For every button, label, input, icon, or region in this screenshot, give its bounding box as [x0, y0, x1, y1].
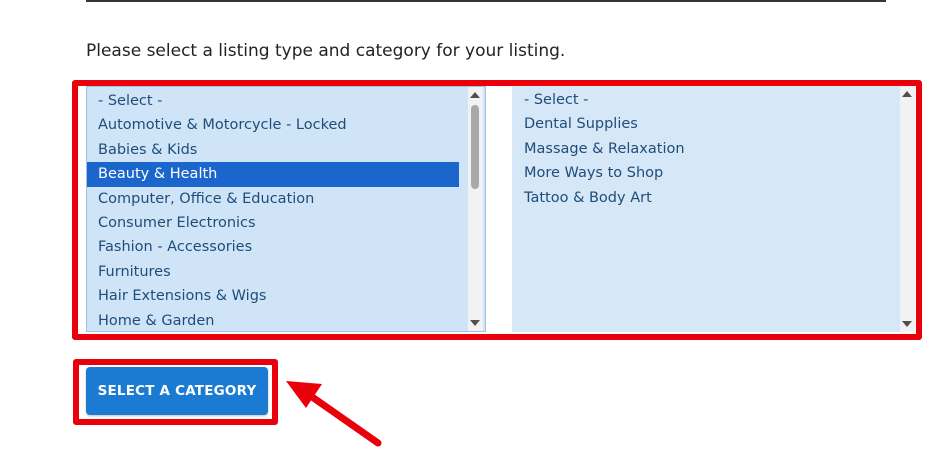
- select-category-button[interactable]: SELECT A CATEGORY: [86, 367, 268, 415]
- subcategory-option[interactable]: More Ways to Shop: [512, 161, 899, 185]
- category-option[interactable]: Home & Garden: [87, 309, 459, 331]
- arrow-down-icon[interactable]: [902, 321, 912, 327]
- arrow-up-icon[interactable]: [902, 91, 912, 97]
- category-option[interactable]: Babies & Kids: [87, 138, 459, 162]
- subcategory-option[interactable]: Massage & Relaxation: [512, 137, 899, 161]
- subcategory-option[interactable]: - Select -: [512, 88, 899, 112]
- subcategory-listbox[interactable]: - Select - Dental Supplies Massage & Rel…: [512, 86, 915, 332]
- category-option[interactable]: Hair Extensions & Wigs: [87, 284, 459, 308]
- subcategory-scrollbar[interactable]: [900, 86, 915, 332]
- category-option[interactable]: Fashion - Accessories: [87, 235, 459, 259]
- top-image-edge: [86, 0, 886, 2]
- category-option[interactable]: Computer, Office & Education: [87, 187, 459, 211]
- category-option[interactable]: - Select -: [87, 89, 459, 113]
- category-option[interactable]: Furnitures: [87, 260, 459, 284]
- category-option[interactable]: Consumer Electronics: [87, 211, 459, 235]
- instructions-text: Please select a listing type and categor…: [86, 41, 566, 61]
- category-option[interactable]: Automotive & Motorcycle - Locked: [87, 113, 459, 137]
- category-option-selected[interactable]: Beauty & Health: [87, 162, 459, 187]
- scrollbar-thumb[interactable]: [471, 105, 479, 189]
- category-scrollbar[interactable]: [468, 87, 483, 331]
- arrow-down-icon[interactable]: [470, 320, 480, 326]
- category-listbox[interactable]: - Select - Automotive & Motorcycle - Loc…: [86, 86, 486, 332]
- subcategory-option[interactable]: Dental Supplies: [512, 112, 899, 136]
- subcategory-option[interactable]: Tattoo & Body Art: [512, 186, 899, 210]
- arrow-up-icon[interactable]: [470, 92, 480, 98]
